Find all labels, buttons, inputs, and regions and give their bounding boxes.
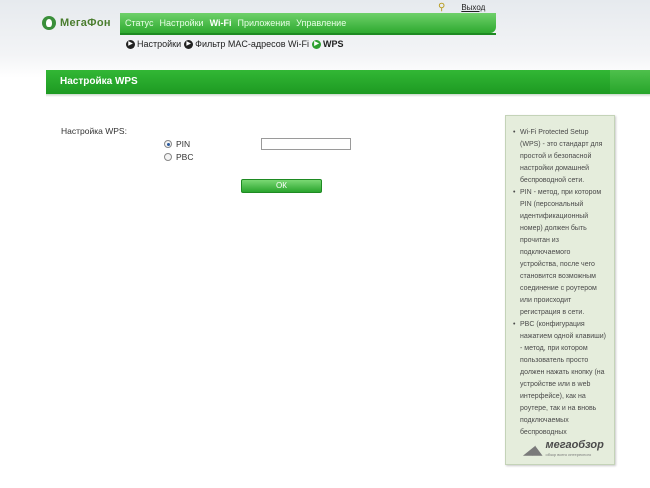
radio-pin-control[interactable] (164, 140, 172, 148)
main-nav: Статус Настройки Wi-Fi Приложения Управл… (120, 13, 496, 33)
arrow-right-icon: ▶ (312, 39, 322, 49)
breadcrumb-label: Настройки (137, 39, 182, 49)
nav-management[interactable]: Управление (296, 18, 346, 28)
breadcrumb-label: Фильтр MAC-адресов Wi-Fi (195, 39, 310, 49)
help-item-pbc: PBC (конфигурация нажатием одной клавиши… (513, 319, 610, 439)
watermark: ◢◣ мегаобзор обзор всего интересного (524, 439, 604, 459)
breadcrumb: ▶ Настройки ▶ Фильтр MAC-адресов Wi-Fi ▶… (126, 37, 347, 51)
megafon-logo[interactable]: МегаФон (42, 14, 111, 32)
watermark-tagline: обзор всего интересного (545, 452, 592, 457)
breadcrumb-label: WPS (323, 39, 344, 49)
arrow-right-icon: ▶ (126, 39, 135, 49)
nav-settings[interactable]: Настройки (159, 18, 203, 28)
logout-link[interactable]: Выход (461, 3, 485, 12)
breadcrumb-wps[interactable]: ▶ WPS (312, 39, 344, 49)
radio-pbc[interactable]: PBC (164, 152, 193, 162)
nav-status[interactable]: Статус (125, 18, 153, 28)
radio-pin-label: PIN (176, 139, 191, 149)
nav-wifi[interactable]: Wi-Fi (210, 18, 232, 28)
breadcrumb-mac-filter[interactable]: ▶ Фильтр MAC-адресов Wi-Fi (184, 39, 309, 49)
ok-button[interactable]: ОК (241, 179, 322, 193)
help-item-wps: Wi-Fi Protected Setup (WPS) - это станда… (513, 127, 610, 187)
help-panel: Wi-Fi Protected Setup (WPS) - это станда… (505, 115, 615, 465)
watermark-logo-icon: ◢◣ (524, 443, 543, 457)
nav-divider (120, 33, 496, 35)
breadcrumb-settings[interactable]: ▶ Настройки (126, 39, 181, 49)
megafon-logo-icon (42, 16, 56, 30)
radio-pbc-control[interactable] (164, 153, 172, 161)
user-key-icon: ⚲ (438, 1, 446, 13)
watermark-brand: мегаобзор (545, 439, 604, 451)
brand-name: МегаФон (60, 17, 111, 29)
section-divider (46, 94, 650, 97)
arrow-right-icon: ▶ (184, 39, 194, 49)
wps-setup-label: Настройка WPS: (61, 126, 127, 136)
help-list: Wi-Fi Protected Setup (WPS) - это станда… (506, 116, 614, 439)
radio-pin[interactable]: PIN (164, 139, 190, 149)
help-item-pin: PIN - метод, при котором PIN (персональн… (513, 187, 610, 319)
pin-input[interactable] (261, 138, 351, 150)
user-area: ⚲ Выход (438, 1, 485, 13)
section-header: Настройка WPS (46, 70, 650, 94)
radio-pbc-label: PBC (176, 152, 194, 162)
page-title: Настройка WPS (60, 76, 138, 87)
nav-applications[interactable]: Приложения (238, 18, 291, 28)
watermark-text: мегаобзор обзор всего интересного (545, 439, 604, 459)
